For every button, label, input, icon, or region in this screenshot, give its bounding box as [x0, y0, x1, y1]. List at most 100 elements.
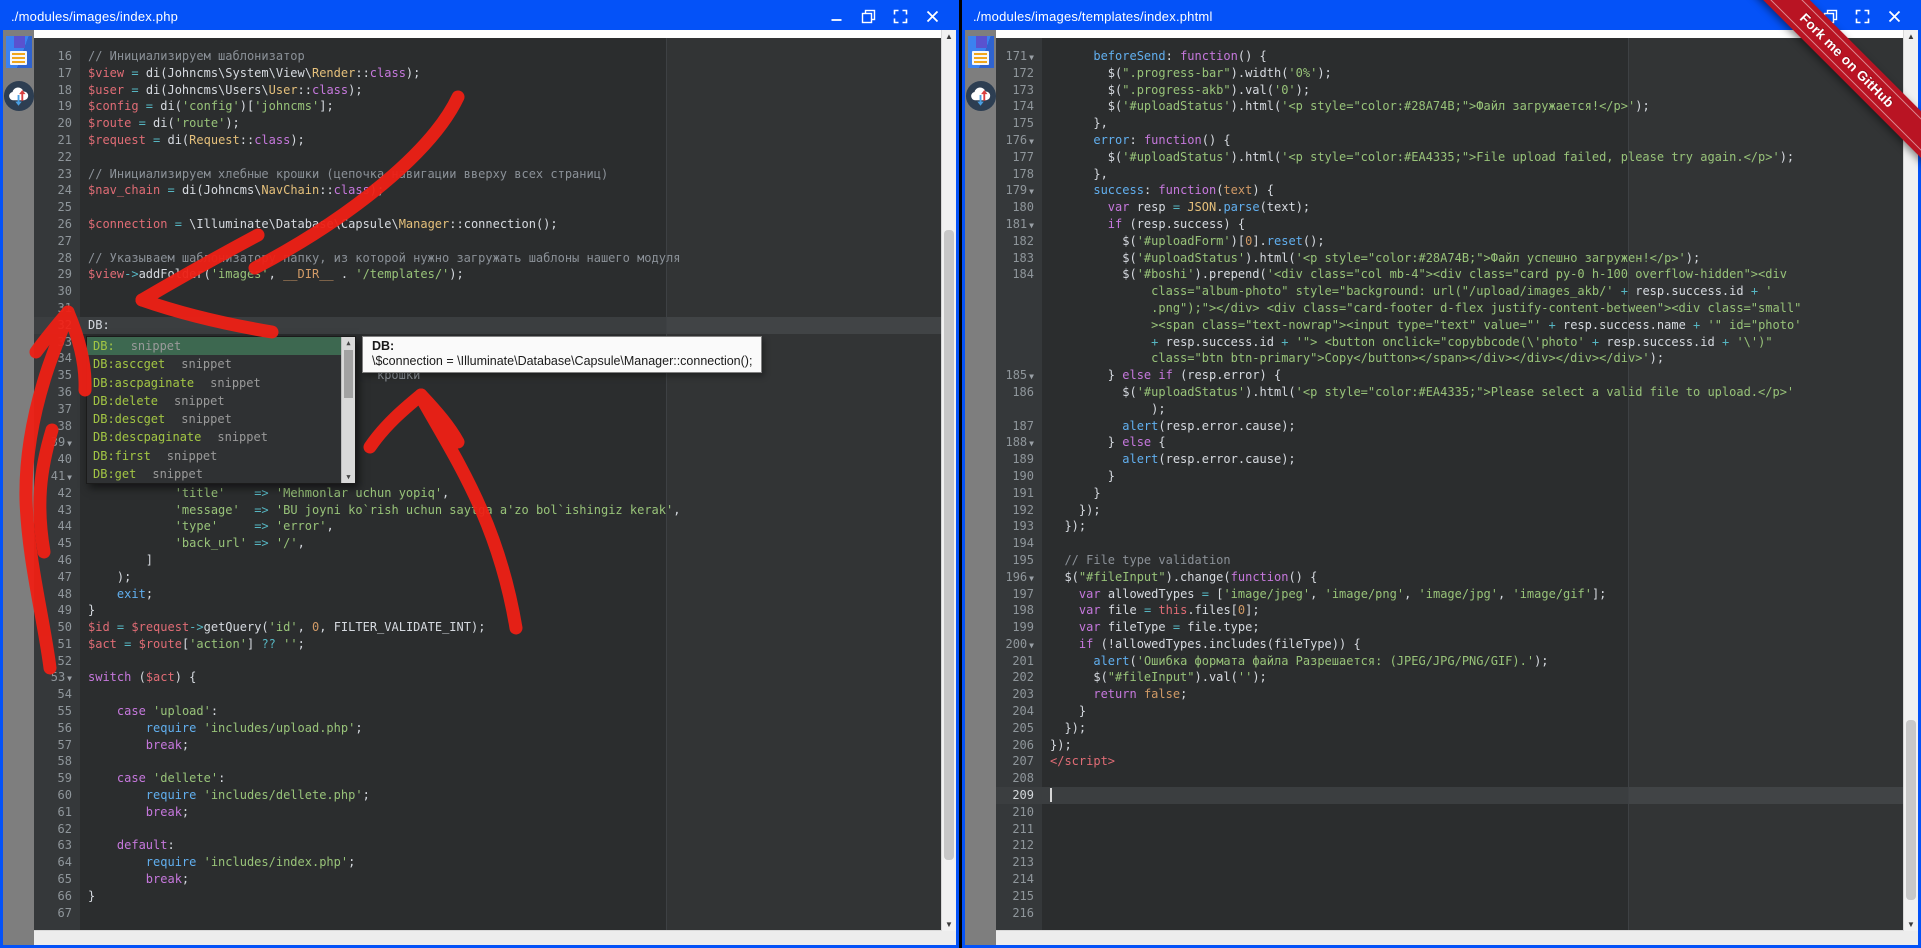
code-line[interactable]: .png");"></div> <div class="card-footer …	[996, 300, 1918, 317]
fullscreen-button[interactable]	[1854, 9, 1870, 25]
line-number[interactable]: 202	[996, 669, 1042, 686]
line-number[interactable]: 58	[34, 753, 80, 770]
code-line[interactable]: 17$view = di(Johncms\System\View\Render:…	[34, 65, 956, 82]
line-number[interactable]: 22	[34, 149, 80, 166]
line-number[interactable]: 171▼	[996, 48, 1042, 65]
line-number[interactable]: 57	[34, 737, 80, 754]
code-line[interactable]: 213	[996, 854, 1918, 871]
code-line[interactable]: 190 }	[996, 468, 1918, 485]
line-number[interactable]: 206	[996, 737, 1042, 754]
line-number[interactable]: 63	[34, 837, 80, 854]
line-number[interactable]: 193	[996, 518, 1042, 535]
code-line[interactable]: 65 break;	[34, 871, 956, 888]
code-line[interactable]: 25	[34, 199, 956, 216]
line-number[interactable]: 27	[34, 233, 80, 250]
line-number[interactable]: 28	[34, 250, 80, 267]
line-number[interactable]: 174	[996, 98, 1042, 115]
line-number[interactable]: 54	[34, 686, 80, 703]
scroll-down-icon[interactable]: ▼	[942, 918, 956, 931]
code-line[interactable]: 176▼ error: function() {	[996, 132, 1918, 149]
code-line[interactable]: 45 'back_url' => '/',	[34, 535, 956, 552]
scroll-up-icon[interactable]: ▲	[942, 30, 956, 43]
line-number[interactable]: 49	[34, 602, 80, 619]
line-number[interactable]: 18	[34, 82, 80, 99]
code-line[interactable]: 194	[996, 535, 1918, 552]
line-number[interactable]: 191	[996, 485, 1042, 502]
code-line[interactable]: 57 break;	[34, 737, 956, 754]
scroll-down-icon[interactable]: ▼	[1904, 918, 1918, 931]
code-line[interactable]: 201 alert('Ошибка формата файла Разрешае…	[996, 653, 1918, 670]
line-number[interactable]: 16	[34, 48, 80, 65]
code-line[interactable]: 52	[34, 653, 956, 670]
line-number[interactable]: 48	[34, 586, 80, 603]
line-number[interactable]: 30	[34, 283, 80, 300]
code-line[interactable]: 205 });	[996, 720, 1918, 737]
fullscreen-button[interactable]	[892, 9, 908, 25]
line-number[interactable]: 195	[996, 552, 1042, 569]
cloud-sync-icon[interactable]	[965, 80, 997, 112]
code-line[interactable]: 188▼ } else {	[996, 434, 1918, 451]
line-number[interactable]: 66	[34, 888, 80, 905]
line-number[interactable]: 209	[996, 787, 1042, 804]
code-line[interactable]: 196▼ $("#fileInput").change(function() {	[996, 569, 1918, 586]
code-line[interactable]: 206});	[996, 737, 1918, 754]
scrollbar-thumb[interactable]	[1906, 720, 1916, 900]
line-number[interactable]: 67	[34, 905, 80, 922]
line-number[interactable]	[996, 334, 1042, 351]
code-line[interactable]: 189 alert(resp.error.cause);	[996, 451, 1918, 468]
code-line[interactable]: 204 }	[996, 703, 1918, 720]
code-line[interactable]: 210	[996, 804, 1918, 821]
line-number[interactable]: 34	[34, 350, 80, 367]
code-line[interactable]: 43 'message' => 'BU joyni ko`rish uchun …	[34, 502, 956, 519]
code-line[interactable]: 54	[34, 686, 956, 703]
autocomplete-item[interactable]: DB:snippet	[87, 337, 355, 355]
code-line[interactable]: 180 var resp = JSON.parse(text);	[996, 199, 1918, 216]
code-line[interactable]: );	[996, 401, 1918, 418]
line-number[interactable]: 41▼	[34, 468, 80, 485]
line-number[interactable]: 45	[34, 535, 80, 552]
code-line[interactable]: 197 var allowedTypes = ['image/jpeg', 'i…	[996, 586, 1918, 603]
minimize-button[interactable]	[828, 9, 844, 25]
line-number[interactable]: 53▼	[34, 669, 80, 686]
line-number[interactable]: 199	[996, 619, 1042, 636]
line-number[interactable]: 23	[34, 166, 80, 183]
line-number[interactable]: 39▼	[34, 434, 80, 451]
line-number[interactable]: 35	[34, 367, 80, 384]
code-line[interactable]: 32DB:	[34, 317, 956, 334]
line-number[interactable]: 178	[996, 166, 1042, 183]
line-number[interactable]: 214	[996, 871, 1042, 888]
line-number[interactable]: 56	[34, 720, 80, 737]
code-line[interactable]: 58	[34, 753, 956, 770]
line-number[interactable]: 184	[996, 266, 1042, 283]
code-line[interactable]: 211	[996, 821, 1918, 838]
line-number[interactable]: 43	[34, 502, 80, 519]
code-line[interactable]: 44 'type' => 'error',	[34, 518, 956, 535]
save-icon[interactable]	[968, 36, 994, 68]
fold-icon[interactable]: ▼	[1029, 221, 1034, 230]
line-number[interactable]: 60	[34, 787, 80, 804]
line-number[interactable]: 44	[34, 518, 80, 535]
line-number[interactable]: 204	[996, 703, 1042, 720]
code-line[interactable]: 55 case 'upload':	[34, 703, 956, 720]
autocomplete-item[interactable]: DB:getsnippet	[87, 465, 355, 483]
autocomplete-item[interactable]: DB:asccgetsnippet	[87, 355, 355, 373]
code-line[interactable]: 63 default:	[34, 837, 956, 854]
code-line[interactable]: 182 $('#uploadForm')[0].reset();	[996, 233, 1918, 250]
code-line[interactable]: 24$nav_chain = di(Johncms\NavChain::clas…	[34, 182, 956, 199]
line-number[interactable]: 198	[996, 602, 1042, 619]
line-number[interactable]: 208	[996, 770, 1042, 787]
code-line[interactable]: 29$view->addFolder('images', __DIR__ . '…	[34, 266, 956, 283]
line-number[interactable]: 188▼	[996, 434, 1042, 451]
line-number[interactable]: 192	[996, 502, 1042, 519]
code-line[interactable]: 186 $('#uploadStatus').html('<p style="c…	[996, 384, 1918, 401]
line-number[interactable]: 24	[34, 182, 80, 199]
line-number[interactable]: 197	[996, 586, 1042, 603]
line-number[interactable]: 216	[996, 905, 1042, 922]
line-number[interactable]: 194	[996, 535, 1042, 552]
code-line[interactable]: 175 },	[996, 115, 1918, 132]
code-line[interactable]: 212	[996, 837, 1918, 854]
code-line[interactable]: 26$connection = \Illuminate\Database\Cap…	[34, 216, 956, 233]
code-line[interactable]: 16// Инициализируем шаблонизатор	[34, 48, 956, 65]
popup-scroll-down-icon[interactable]: ▼	[342, 471, 355, 483]
code-line[interactable]: 198 var file = this.files[0];	[996, 602, 1918, 619]
